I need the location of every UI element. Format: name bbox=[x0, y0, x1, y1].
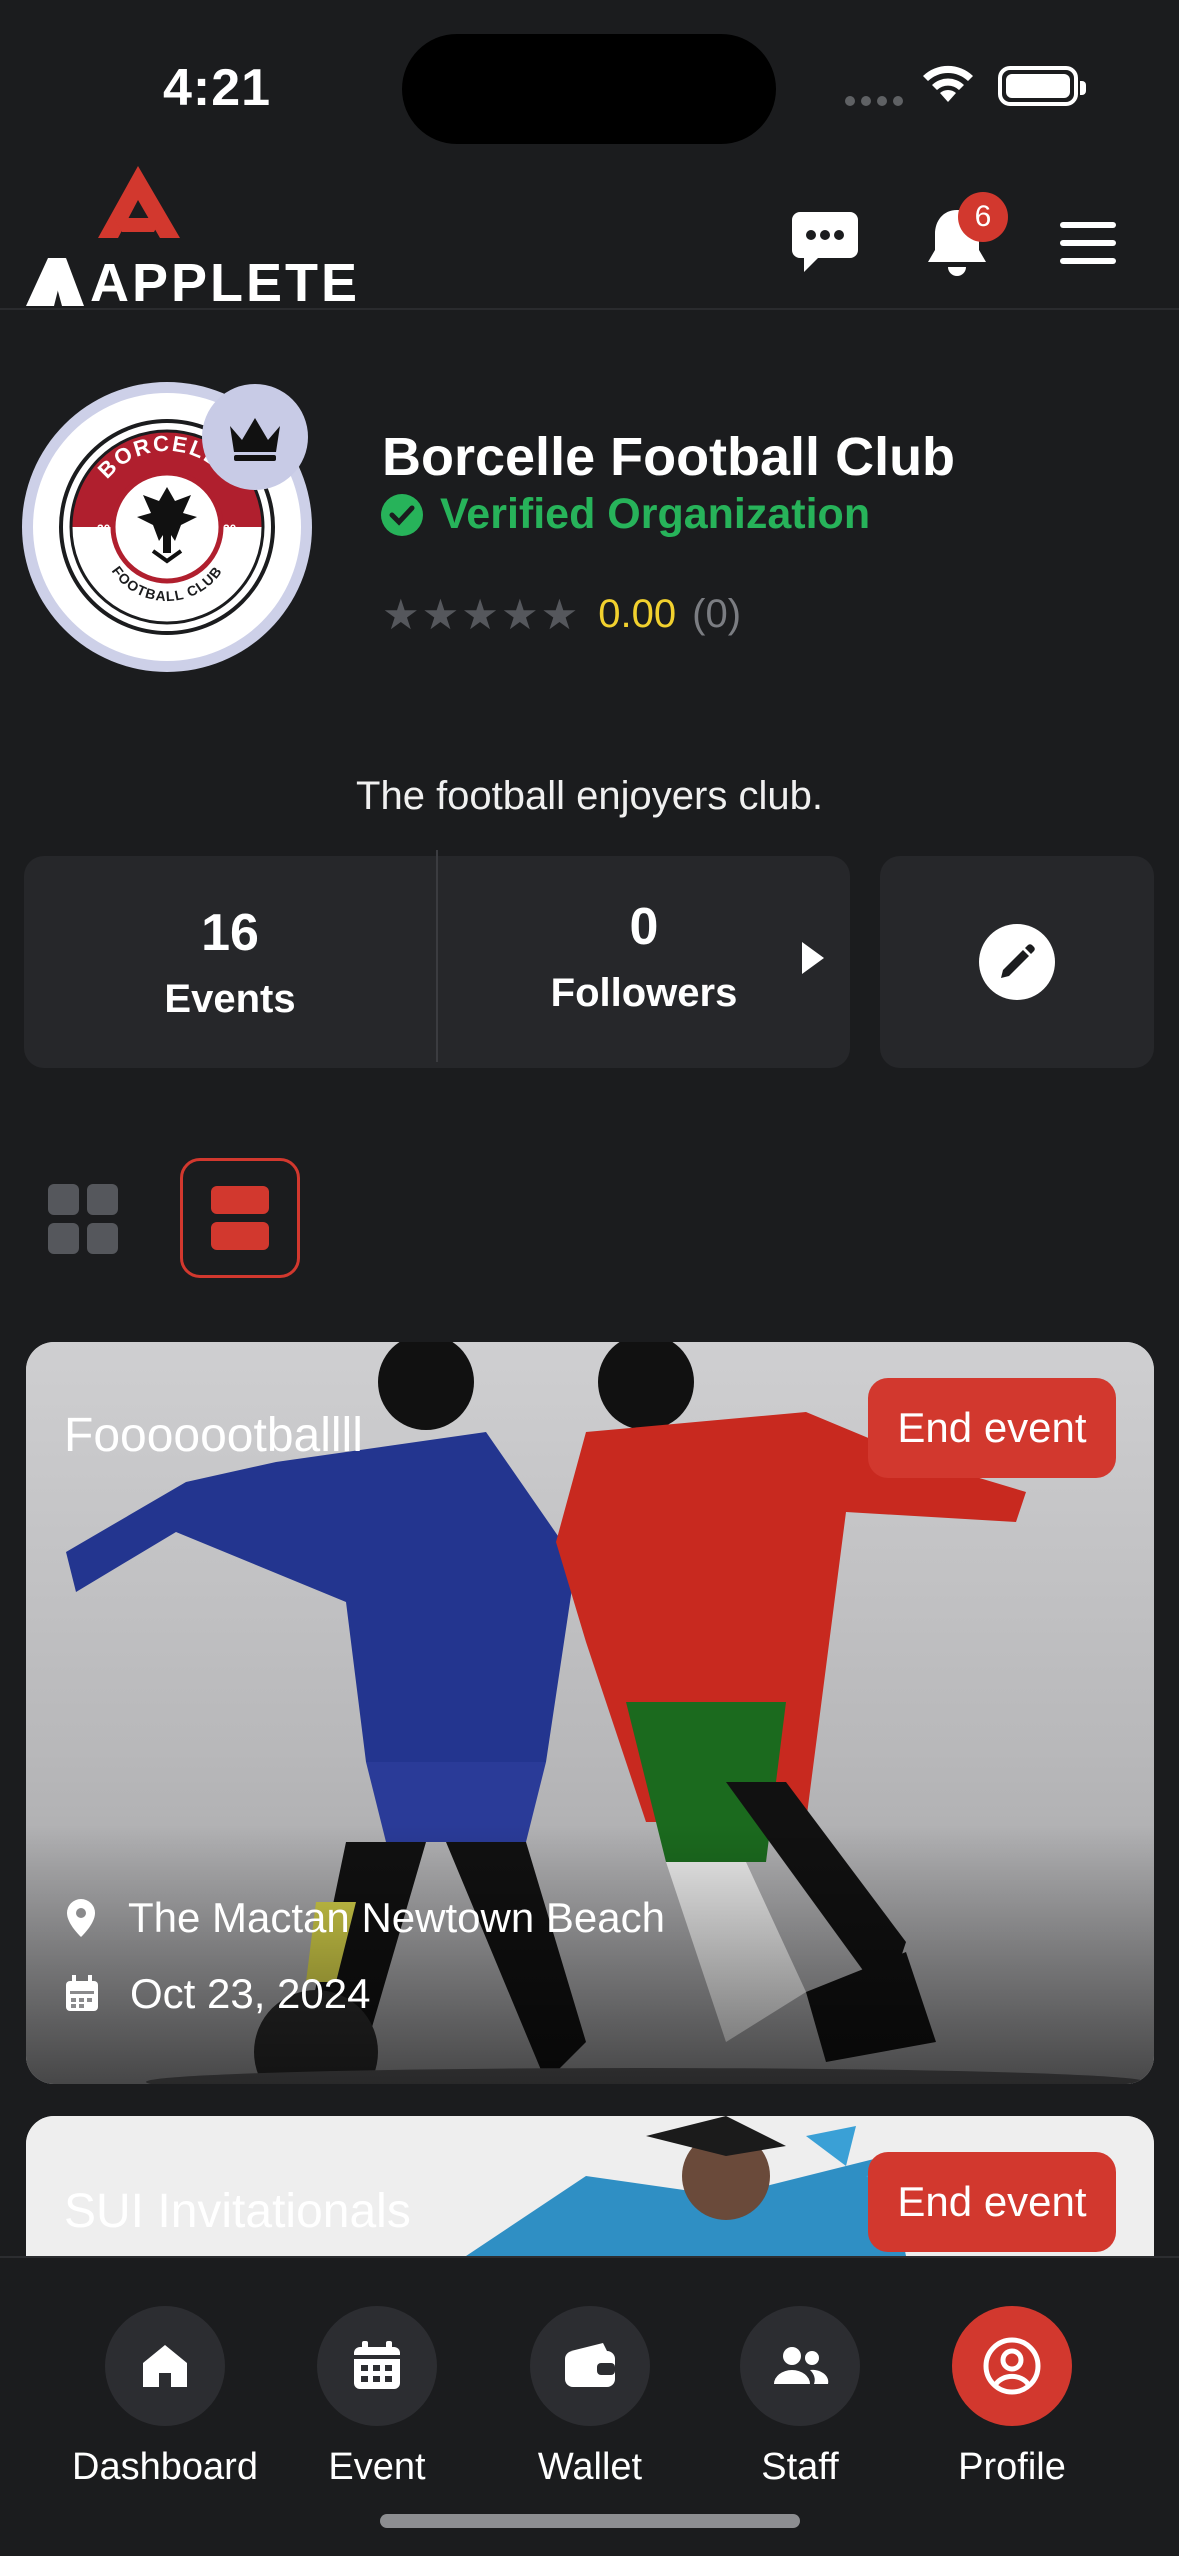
verified-status: Verified Organization bbox=[380, 490, 870, 539]
edit-profile-button[interactable] bbox=[880, 856, 1154, 1068]
event-card[interactable]: Fooooootballll End event The Mactan Newt… bbox=[26, 1342, 1154, 2084]
bottom-navigation: Dashboard Event Wallet Staff Profile bbox=[0, 2256, 1179, 2556]
menu-icon[interactable] bbox=[1060, 222, 1116, 264]
end-event-button[interactable]: End event bbox=[868, 2152, 1116, 2252]
logo-text: APPLETE bbox=[90, 253, 361, 313]
nav-profile-label: Profile bbox=[958, 2446, 1066, 2488]
nav-wallet[interactable]: Wallet bbox=[490, 2306, 690, 2489]
rating-stars: ★★★★★ bbox=[382, 591, 581, 638]
header-divider bbox=[0, 308, 1179, 310]
cellular-signal-icon bbox=[845, 96, 903, 106]
battery-icon bbox=[998, 66, 1086, 106]
nav-event[interactable]: Event bbox=[277, 2306, 477, 2489]
wifi-icon bbox=[923, 65, 973, 102]
event-date: Oct 23, 2024 bbox=[64, 1970, 371, 2018]
event-title: Fooooootballll bbox=[64, 1409, 363, 1462]
events-stat[interactable]: 16 Events bbox=[24, 856, 436, 1068]
followers-count: 0 bbox=[629, 897, 659, 956]
rating-count: (0) bbox=[692, 592, 742, 636]
nav-staff[interactable]: Staff bbox=[700, 2306, 900, 2489]
event-title: SUI Invitationals bbox=[64, 2185, 411, 2238]
club-bio: The football enjoyers club. bbox=[356, 774, 823, 818]
card-shade bbox=[26, 1824, 1154, 2084]
crest-year-left: 20 bbox=[97, 522, 111, 536]
crown-icon bbox=[230, 418, 280, 461]
event-location: The Mactan Newtown Beach bbox=[64, 1894, 665, 1942]
events-label: Events bbox=[164, 976, 296, 1021]
rating-value: 0.00 bbox=[598, 592, 677, 636]
premium-badge bbox=[202, 384, 308, 490]
status-time: 4:21 bbox=[163, 59, 272, 117]
rating: ★★★★★ 0.00 (0) bbox=[382, 590, 741, 639]
nav-dashboard-label: Dashboard bbox=[72, 2446, 258, 2488]
nav-wallet-label: Wallet bbox=[537, 2446, 643, 2488]
followers-label: Followers bbox=[550, 970, 738, 1015]
wallet-icon bbox=[565, 2343, 615, 2387]
event-date-text: Oct 23, 2024 bbox=[130, 1970, 371, 2017]
chat-icon[interactable] bbox=[792, 210, 858, 274]
stats-card: 16 Events 0 Followers bbox=[24, 850, 850, 1068]
grid-view-toggle[interactable] bbox=[48, 1184, 118, 1254]
pencil-icon bbox=[1001, 944, 1035, 978]
list-view-toggle[interactable] bbox=[180, 1158, 300, 1278]
nav-staff-label: Staff bbox=[761, 2446, 839, 2488]
verified-label: Verified Organization bbox=[440, 490, 871, 538]
crest-year-right: 20 bbox=[223, 522, 237, 536]
followers-stat[interactable]: 0 Followers bbox=[436, 850, 850, 1062]
end-event-button[interactable]: End event bbox=[868, 1378, 1116, 1478]
verified-check-icon bbox=[381, 493, 423, 536]
calendar-icon bbox=[354, 2341, 400, 2389]
profile-screen: 4:21 APPLETE 6 BORCEL FOOTBALL CLUB 20 2… bbox=[0, 0, 1179, 2556]
event-location-text: The Mactan Newtown Beach bbox=[128, 1894, 665, 1941]
followers-arrow-icon bbox=[802, 942, 824, 974]
applete-logo[interactable]: APPLETE bbox=[26, 166, 357, 313]
notification-badge: 6 bbox=[958, 192, 1008, 242]
calendar-icon bbox=[66, 1975, 98, 2011]
home-indicator[interactable] bbox=[380, 2514, 800, 2528]
people-icon bbox=[774, 2347, 829, 2384]
nav-profile[interactable]: Profile bbox=[912, 2306, 1112, 2489]
location-pin-icon bbox=[67, 1899, 95, 1937]
dynamic-island bbox=[402, 34, 776, 144]
events-count: 16 bbox=[201, 903, 259, 962]
nav-event-label: Event bbox=[328, 2446, 426, 2488]
nav-dashboard[interactable]: Dashboard bbox=[65, 2306, 265, 2489]
club-name: Borcelle Football Club bbox=[382, 427, 956, 487]
profile-icon bbox=[983, 2337, 1041, 2395]
home-icon bbox=[143, 2345, 187, 2387]
